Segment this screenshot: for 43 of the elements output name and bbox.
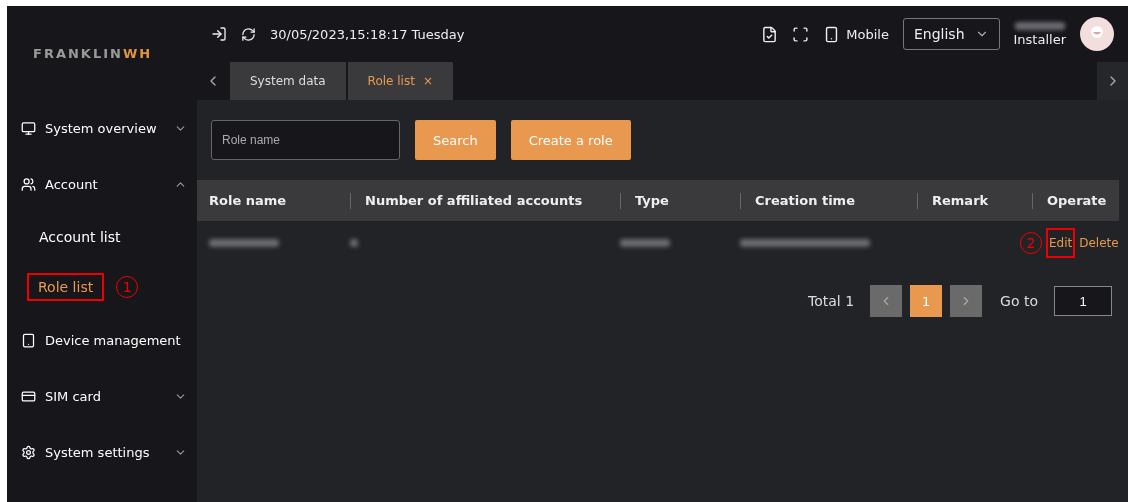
close-icon[interactable]: × — [422, 74, 433, 88]
tab[interactable]: Role list × — [347, 62, 453, 100]
user-role: Installer — [1013, 31, 1066, 47]
card-icon — [21, 388, 36, 404]
column-header: Type — [635, 193, 669, 208]
sidebar-item[interactable]: SIM card — [7, 368, 197, 424]
column-header: Creation time — [755, 193, 855, 208]
prev-page-button[interactable] — [870, 285, 903, 317]
sidebar-subitem[interactable]: Role list — [27, 273, 105, 301]
delete-link[interactable]: Delete — [1079, 236, 1119, 250]
total-count: Total 1 — [808, 293, 855, 309]
column-header: Role name — [209, 193, 287, 208]
logout-icon[interactable] — [211, 26, 227, 42]
document-icon[interactable] — [761, 25, 779, 43]
monitor-icon — [21, 120, 36, 136]
mobile-link[interactable]: Mobile — [846, 26, 889, 42]
gear-icon — [21, 444, 36, 460]
goto-label: Go to — [1000, 293, 1038, 309]
sidebar-item[interactable]: Account — [7, 156, 197, 212]
redacted-text — [1014, 21, 1065, 30]
edit-link[interactable]: Edit — [1046, 228, 1076, 258]
language-select[interactable]: English — [902, 18, 1000, 50]
sidebar-item[interactable]: Device management — [7, 312, 197, 368]
page-field[interactable]: 1 — [1054, 286, 1112, 316]
role-name-field[interactable]: Role name — [211, 120, 400, 160]
redacted-text — [620, 239, 670, 247]
redacted-text — [350, 239, 358, 247]
next-page-button[interactable] — [950, 285, 983, 317]
sidebar-item[interactable]: System overview — [7, 100, 197, 156]
tablet-icon — [21, 332, 36, 348]
column-header: Number of affiliated accounts — [365, 193, 583, 208]
date-time: 30/05/2023,15:18:17 Tuesday — [270, 26, 465, 42]
logo: FRANKLIN WH — [33, 45, 153, 61]
fullscreen-icon[interactable] — [792, 25, 810, 43]
users-icon — [21, 176, 36, 192]
sidebar-subitem[interactable]: Account list — [39, 229, 121, 245]
column-header: Remark — [932, 193, 989, 208]
redacted-text — [209, 239, 279, 247]
tab[interactable]: System data — [230, 62, 346, 100]
column-header: Operate — [1047, 193, 1107, 208]
avatar[interactable] — [1080, 17, 1114, 51]
refresh-icon[interactable] — [241, 26, 256, 42]
sidebar-item[interactable]: System settings — [7, 424, 197, 480]
